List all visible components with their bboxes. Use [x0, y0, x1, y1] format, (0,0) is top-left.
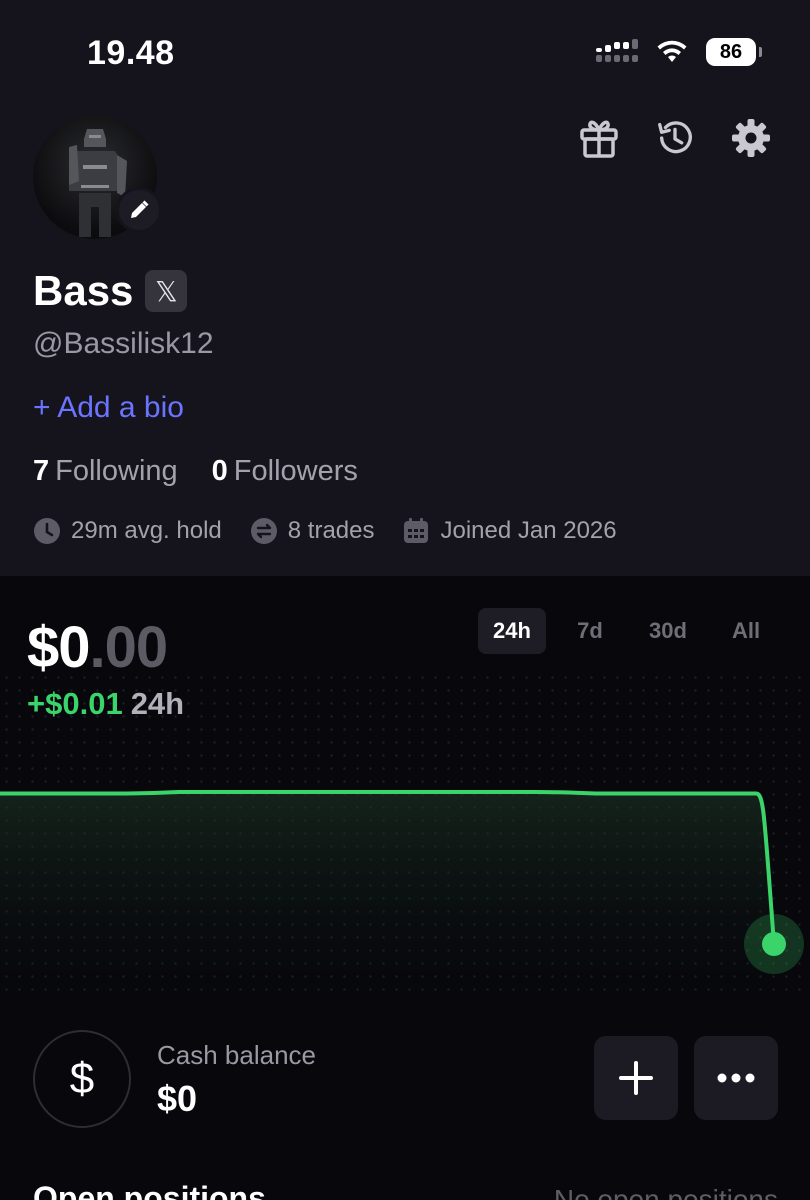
dollar-icon: $ — [33, 1030, 131, 1128]
settings-icon[interactable] — [730, 116, 772, 160]
followers-count: 0 — [211, 455, 228, 487]
name-row: Bass 𝕏 — [33, 267, 188, 315]
history-icon[interactable] — [654, 116, 696, 160]
chart-end-point — [762, 932, 786, 956]
more-options-button[interactable] — [694, 1036, 778, 1120]
trades-text: 8 trades — [287, 517, 375, 544]
status-icons: 86 — [596, 38, 762, 66]
x-logo-icon[interactable]: 𝕏 — [145, 270, 188, 312]
following-link[interactable]: 7 Following — [33, 455, 178, 488]
portfolio-chart[interactable] — [0, 746, 810, 1006]
cash-balance-label: Cash balance — [157, 1040, 316, 1070]
trading-stats: 29m avg. hold 8 trades Joined Jan 2026 — [33, 517, 645, 545]
stat-trades: 8 trades — [250, 517, 375, 545]
portfolio-change: +$0.01 24h — [27, 686, 184, 722]
range-tab-24h[interactable]: 24h — [478, 608, 546, 654]
chart-area-fill — [0, 792, 774, 1006]
swap-icon — [250, 517, 278, 545]
avg-hold-text: 29m avg. hold — [71, 517, 222, 544]
more-icon — [717, 1073, 755, 1083]
user-handle: @Bassilisk12 — [33, 327, 214, 360]
pencil-icon — [131, 200, 149, 218]
status-time: 19.48 — [87, 34, 175, 72]
change-value: +$0.01 — [27, 686, 123, 721]
wifi-icon — [657, 40, 687, 62]
cash-balance-value: $0 — [157, 1078, 198, 1119]
stat-joined: Joined Jan 2026 — [402, 517, 617, 545]
following-count: 7 — [33, 455, 50, 487]
signal-icon — [596, 39, 638, 62]
display-name: Bass — [33, 267, 134, 314]
followers-label: Followers — [233, 455, 358, 487]
portfolio-balance: $0.00 — [27, 614, 169, 681]
portfolio-section: $0.00 +$0.01 24h 24h 7d 30d All $ Cash ba… — [0, 576, 810, 1200]
gift-icon[interactable] — [578, 116, 620, 160]
range-tab-all[interactable]: All — [712, 608, 780, 654]
clock-icon — [33, 517, 61, 545]
follow-stats: 7 Following 0 Followers — [33, 455, 358, 488]
followers-link[interactable]: 0 Followers — [212, 455, 358, 488]
profile-section: 19.48 86 Bass 𝕏 @Bassilisk12 + Add a bio… — [0, 0, 810, 576]
battery-indicator: 86 — [706, 38, 762, 66]
plus-icon — [619, 1061, 653, 1095]
no-positions-text: No open positions — [553, 1184, 778, 1200]
open-positions-title: Open positions — [33, 1180, 266, 1200]
change-period: 24h — [130, 686, 185, 721]
calendar-icon — [402, 517, 430, 545]
stat-avg-hold: 29m avg. hold — [33, 517, 222, 545]
add-bio-link[interactable]: + Add a bio — [33, 391, 184, 425]
range-selector: 24h 7d 30d All — [478, 608, 780, 654]
header-actions — [578, 116, 772, 160]
edit-avatar-button[interactable] — [116, 187, 162, 233]
balance-main: $0 — [27, 615, 91, 680]
range-tab-30d[interactable]: 30d — [634, 608, 702, 654]
joined-text: Joined Jan 2026 — [440, 517, 617, 544]
balance-cents: .00 — [89, 615, 169, 680]
cash-balance-row: $ Cash balance $0 — [33, 1028, 778, 1128]
following-label: Following — [55, 455, 178, 487]
add-cash-button[interactable] — [594, 1036, 678, 1120]
range-tab-7d[interactable]: 7d — [556, 608, 624, 654]
